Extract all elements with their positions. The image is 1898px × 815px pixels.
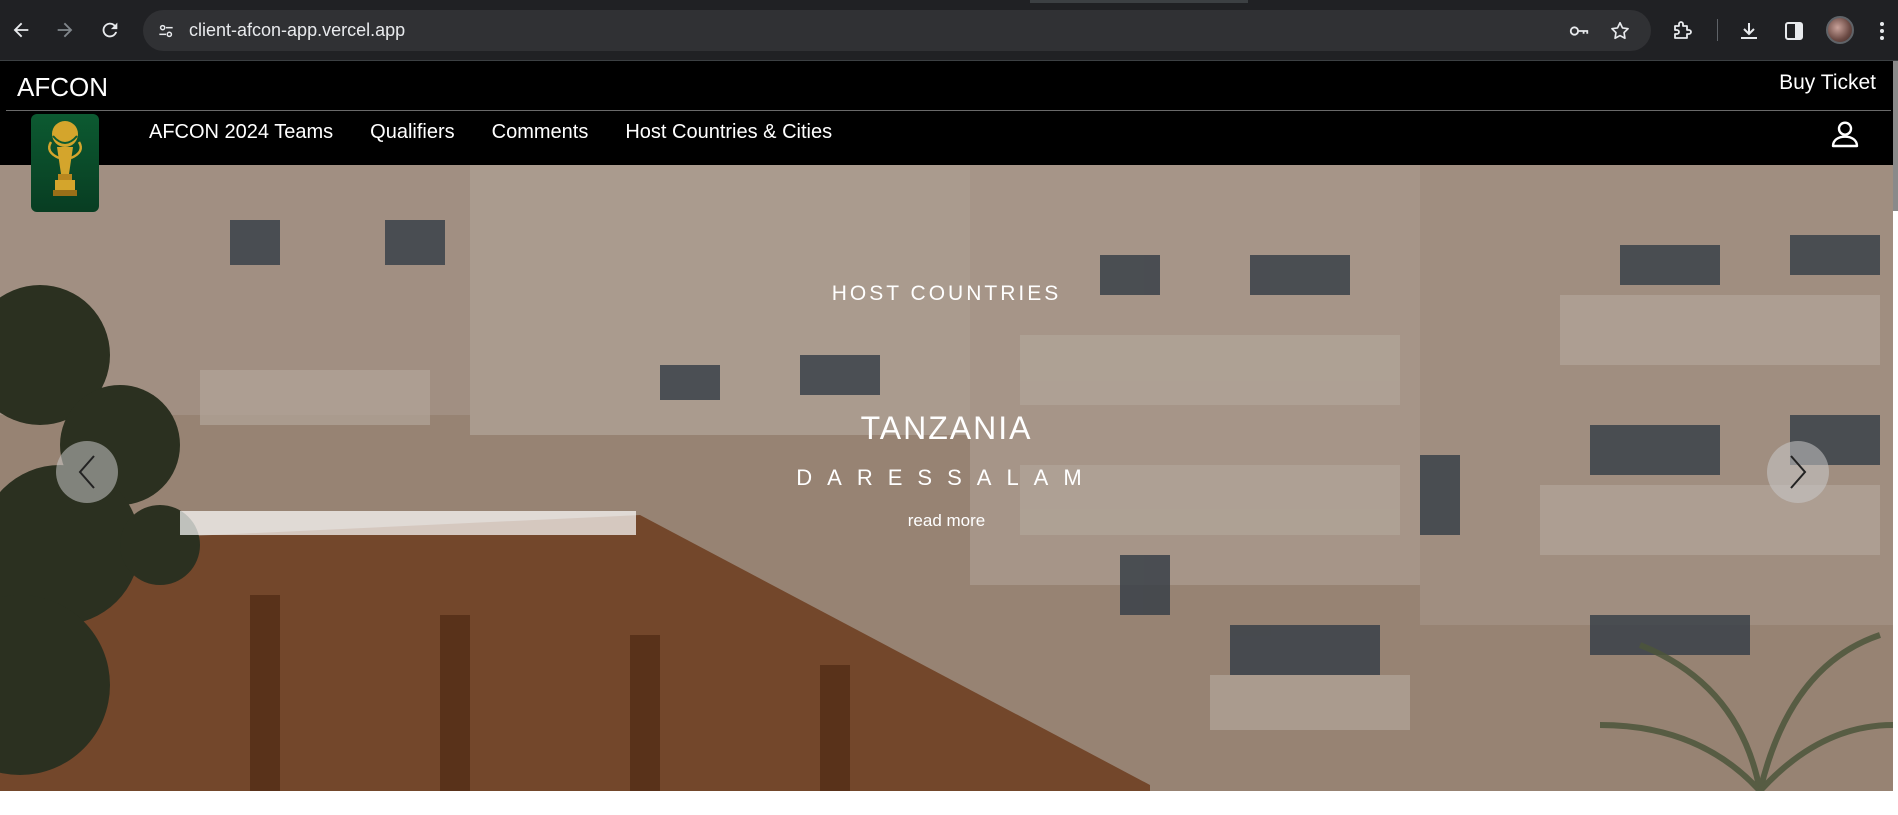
page-scrollbar[interactable] [1893, 61, 1898, 211]
chevron-right-icon [1790, 455, 1807, 489]
avatar[interactable] [1826, 16, 1854, 44]
buy-ticket-link[interactable]: Buy Ticket [1779, 71, 1876, 95]
slide-city-name: DARESSALAM [796, 465, 1097, 490]
kebab-menu-icon[interactable] [1868, 17, 1896, 45]
key-icon[interactable] [1567, 19, 1591, 43]
nav-item-comments[interactable]: Comments [492, 121, 589, 144]
slide-country-title: TANZANIA [860, 410, 1033, 446]
chevron-left-icon [78, 455, 95, 489]
nav-item-qualifiers[interactable]: Qualifiers [370, 121, 454, 144]
page-content: AFCON Buy Ticket AFCON 2024 Teams Qualif… [0, 61, 1898, 815]
star-icon[interactable] [1608, 19, 1632, 43]
toolbar-divider [1717, 19, 1718, 41]
tab-strip-edge [1030, 0, 1248, 3]
tune-icon[interactable] [154, 19, 178, 43]
carousel-prev-button[interactable] [56, 441, 118, 503]
url-text[interactable]: client-afcon-app.vercel.app [189, 20, 405, 41]
brand-name[interactable]: AFCON [17, 72, 108, 103]
main-nav: AFCON 2024 Teams Qualifiers Comments Hos… [149, 121, 832, 144]
trophy-icon [48, 121, 82, 196]
user-icon[interactable] [1828, 117, 1862, 151]
puzzle-icon[interactable] [1668, 17, 1696, 45]
read-more-link[interactable]: read more [0, 511, 1893, 531]
download-icon[interactable] [1735, 17, 1763, 45]
slide-kicker: HOST COUNTRIES [831, 282, 1062, 305]
reload-button[interactable] [94, 14, 126, 46]
nav-item-teams[interactable]: AFCON 2024 Teams [149, 121, 333, 144]
arrow-left-icon [13, 22, 29, 38]
nav-item-host-countries[interactable]: Host Countries & Cities [625, 121, 832, 144]
reload-icon [102, 22, 118, 38]
header-divider [6, 110, 1891, 111]
forward-button[interactable] [49, 14, 81, 46]
back-button[interactable] [5, 14, 37, 46]
hero-carousel: HOST COUNTRIES TANZANIA DARESSALAM read … [0, 165, 1893, 791]
site-header: AFCON Buy Ticket AFCON 2024 Teams Qualif… [0, 61, 1898, 212]
address-bar[interactable]: client-afcon-app.vercel.app [143, 10, 1651, 51]
side-panel-icon[interactable] [1780, 17, 1808, 45]
browser-toolbar: client-afcon-app.vercel.app [0, 0, 1898, 61]
arrow-right-icon [57, 22, 73, 38]
afcon-trophy-logo[interactable] [31, 114, 99, 212]
carousel-next-button[interactable] [1767, 441, 1829, 503]
